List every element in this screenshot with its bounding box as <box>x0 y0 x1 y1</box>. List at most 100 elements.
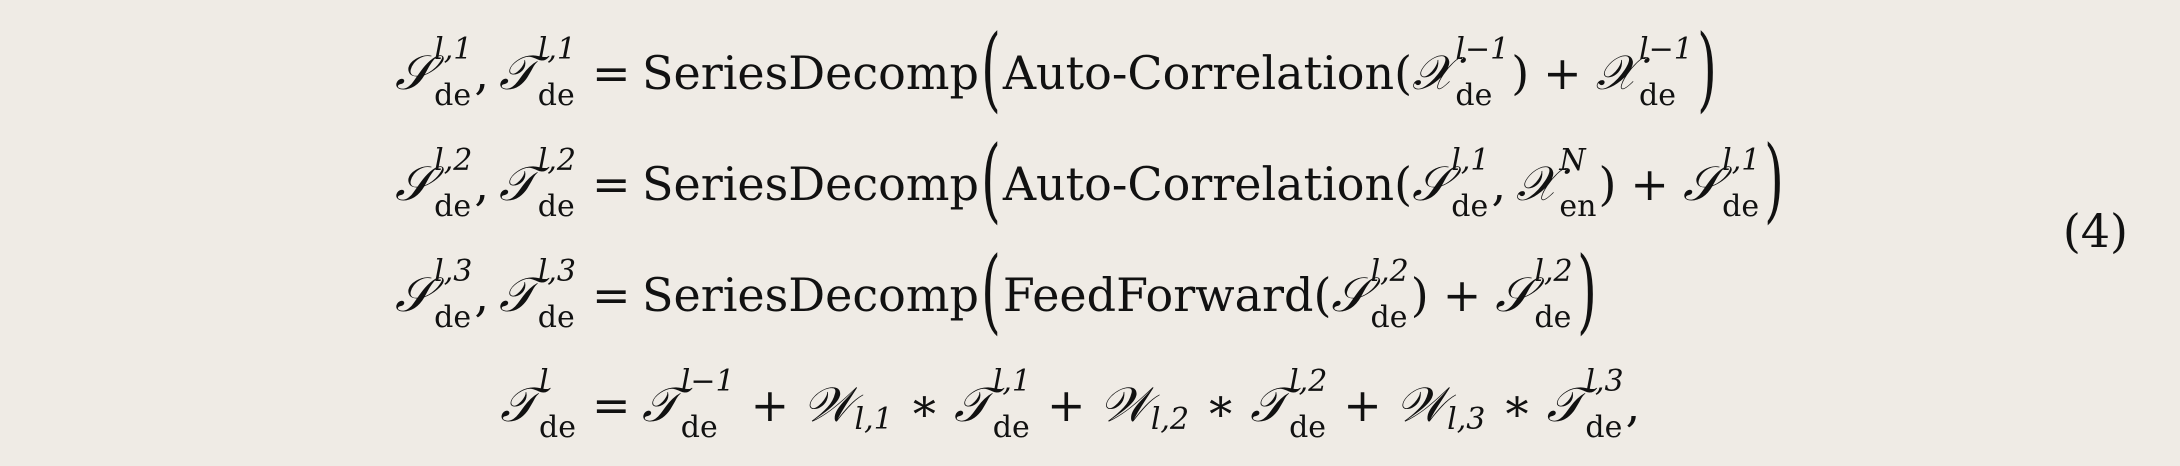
subscript: de <box>1534 300 1572 335</box>
subscript: de <box>1722 189 1760 224</box>
function-feed-forward: FeedForward <box>1002 268 1314 322</box>
subscript: de <box>434 189 472 224</box>
equation-number: (4) <box>2062 204 2128 258</box>
supsub: l,3 de <box>1585 367 1623 443</box>
superscript: l,1 <box>537 32 576 67</box>
subscript: de <box>992 410 1030 445</box>
big-right-paren: ) <box>1764 126 1785 233</box>
superscript: l,3 <box>434 254 473 289</box>
plus-operator: + <box>1630 157 1669 211</box>
superscript: l,3 <box>1585 364 1624 399</box>
function-auto-correlation: Auto-Correlation <box>1002 46 1395 100</box>
superscript: l−1 <box>1455 32 1510 67</box>
equation-row-2: 𝒮 l,2 de , 𝒯 l,2 de = SeriesDecomp ( Auto-… <box>0 129 2180 239</box>
subscript: de <box>434 300 472 335</box>
comma: , <box>1491 157 1507 211</box>
supsub: l,3 de <box>434 257 472 333</box>
function-series-decomp: SeriesDecomp <box>642 157 979 211</box>
convolution-operator: ∗ <box>1501 378 1533 432</box>
row-2-rhs: SeriesDecomp ( Auto-Correlation ( 𝒮 l,1 d… <box>642 129 1786 239</box>
row-2-lhs: 𝒮 l,2 de , 𝒯 l,2 de <box>395 129 578 239</box>
right-paren: ) <box>1511 46 1530 100</box>
subscript: en <box>1559 189 1597 224</box>
superscript: l,2 <box>1289 364 1328 399</box>
big-left-paren: ( <box>980 15 1001 122</box>
subscript: l,1 <box>854 401 893 437</box>
subscript: l,3 <box>1447 401 1486 437</box>
symbol-T: 𝒯 <box>642 376 679 433</box>
supsub: l,1 de <box>993 367 1031 443</box>
subscript: de <box>537 300 575 335</box>
comma: , <box>474 268 489 322</box>
superscript: l,3 <box>537 254 576 289</box>
row-4-lhs: 𝒯 l de <box>500 350 578 460</box>
subscript: de <box>537 189 575 224</box>
symbol-T: 𝒯 <box>499 266 536 323</box>
plus-operator: + <box>1046 378 1086 432</box>
symbol-T: 𝒯 <box>499 44 536 101</box>
equation-row-4: 𝒯 l de = 𝒯 l−1 de + 𝒲 l,1 ∗ 𝒯 l,1 de + 𝒲 l,… <box>0 350 2180 460</box>
symbol-X: 𝒳 <box>1595 44 1637 101</box>
right-paren: ) <box>1598 157 1617 211</box>
supsub: l,2 de <box>538 146 576 222</box>
superscript: l,1 <box>1451 143 1490 178</box>
superscript: l <box>539 364 549 399</box>
superscript: l,1 <box>434 32 473 67</box>
subscript: de <box>1289 410 1327 445</box>
symbol-S: 𝒮 <box>395 155 433 212</box>
convolution-operator: ∗ <box>1205 378 1237 432</box>
symbol-W: 𝒲 <box>1395 376 1447 433</box>
supsub: l,1 de <box>1451 146 1489 222</box>
big-right-paren: ) <box>1576 237 1597 344</box>
supsub: l,2 de <box>1371 257 1409 333</box>
symbol-S: 𝒮 <box>1495 266 1533 323</box>
symbol-T: 𝒯 <box>499 155 536 212</box>
big-right-paren: ) <box>1696 15 1717 122</box>
equation-block: 𝒮 l,1 de , 𝒯 l,1 de = SeriesDecomp ( Auto-… <box>0 0 2180 466</box>
row-1-rhs: SeriesDecomp ( Auto-Correlation ( 𝒳 l−1 d… <box>642 18 1719 128</box>
subscript: de <box>537 78 575 113</box>
symbol-S: 𝒮 <box>1412 155 1450 212</box>
supsub: l,2 de <box>1289 367 1327 443</box>
comma: , <box>474 157 489 211</box>
supsub: l,2 de <box>1534 257 1572 333</box>
symbol-S: 𝒮 <box>395 266 433 323</box>
big-left-paren: ( <box>980 126 1001 233</box>
superscript: N <box>1559 143 1586 178</box>
subscript: de <box>680 410 718 445</box>
symbol-T: 𝒯 <box>1250 376 1288 433</box>
equals-sign: = <box>592 157 631 211</box>
row-4-rhs: 𝒯 l−1 de + 𝒲 l,1 ∗ 𝒯 l,1 de + 𝒲 l,2 ∗ 𝒯 l,… <box>642 350 1640 460</box>
superscript: l,2 <box>1370 254 1409 289</box>
supsub: l,1 de <box>434 35 472 111</box>
left-paren: ( <box>1313 268 1332 322</box>
equals-sign: = <box>592 268 631 322</box>
superscript: l−1 <box>680 364 735 399</box>
plus-operator: + <box>1343 378 1382 432</box>
row-3-rhs: SeriesDecomp ( FeedForward ( 𝒮 l,2 de ) +… <box>642 240 1599 350</box>
superscript: l,2 <box>537 143 576 178</box>
superscript: l−1 <box>1638 32 1693 67</box>
function-series-decomp: SeriesDecomp <box>642 46 979 100</box>
supsub: l−1 de <box>1639 35 1693 111</box>
supsub: Nen <box>1559 146 1596 222</box>
symbol-X: 𝒳 <box>1516 155 1558 212</box>
equals-sign: = <box>592 46 631 100</box>
symbol-X: 𝒳 <box>1412 44 1454 101</box>
plus-operator: + <box>750 378 790 432</box>
supsub: l,2 de <box>434 146 472 222</box>
left-paren: ( <box>1394 157 1413 211</box>
function-auto-correlation: Auto-Correlation <box>1002 157 1395 211</box>
superscript: l,2 <box>1534 254 1573 289</box>
subscript: de <box>1370 300 1408 335</box>
superscript: l,1 <box>992 364 1031 399</box>
supsub: l−1 de <box>681 367 735 443</box>
symbol-S: 𝒮 <box>395 44 433 101</box>
symbol-T: 𝒯 <box>1546 376 1584 433</box>
symbol-S: 𝒮 <box>1682 155 1721 212</box>
big-left-paren: ( <box>980 237 1001 344</box>
equation-row-1: 𝒮 l,1 de , 𝒯 l,1 de = SeriesDecomp ( Auto-… <box>0 18 2180 128</box>
equals-sign: = <box>592 378 631 432</box>
supsub: l de <box>539 367 576 443</box>
supsub: l−1 de <box>1455 35 1509 111</box>
